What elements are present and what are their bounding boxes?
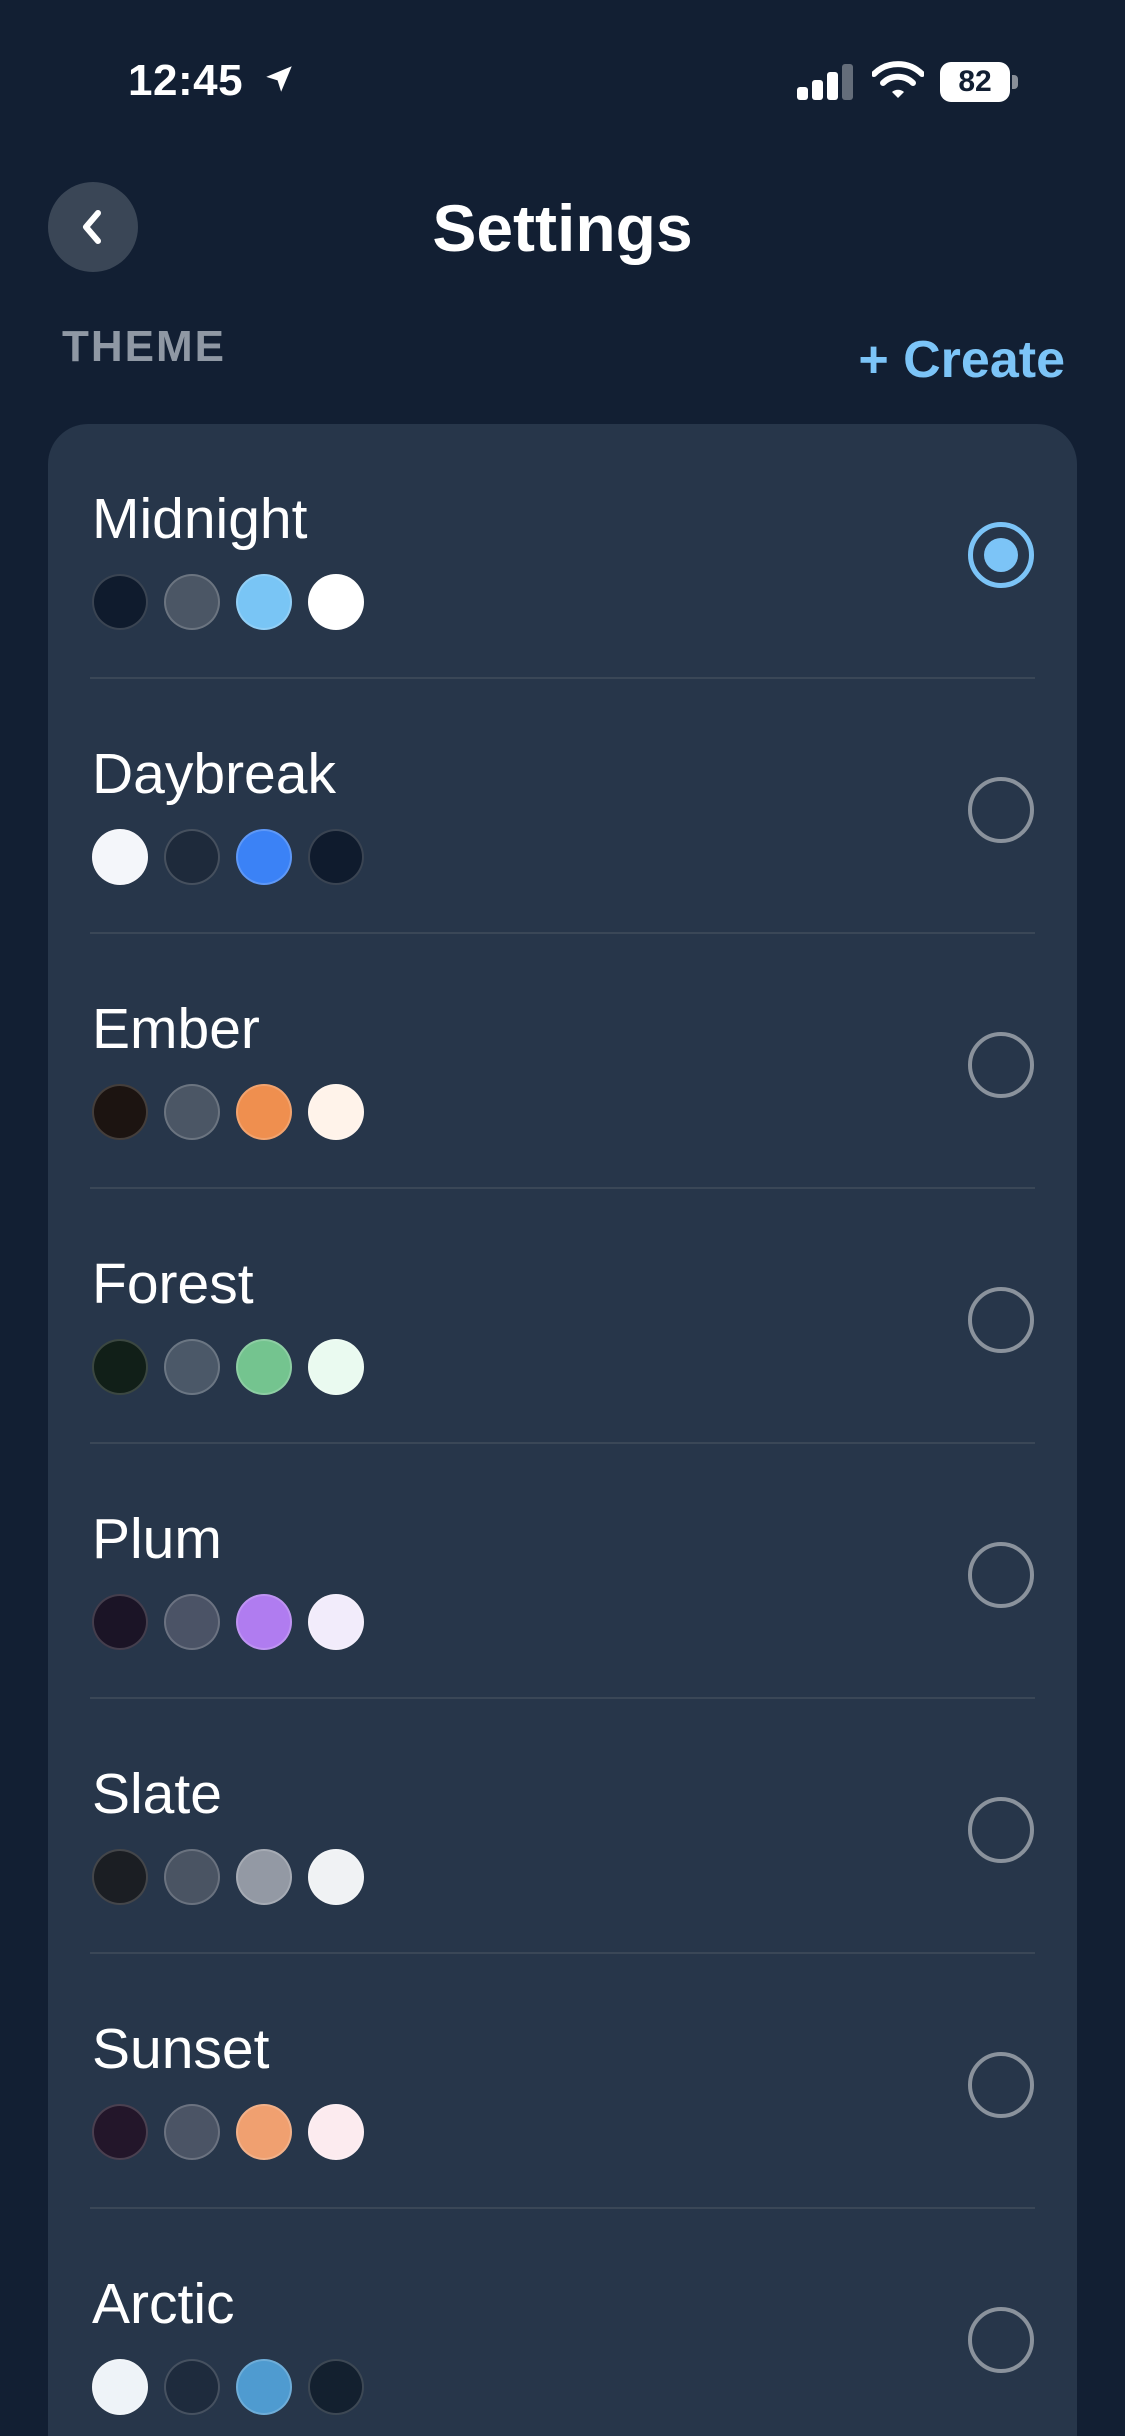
color-swatch xyxy=(236,829,292,885)
color-swatch xyxy=(164,1849,220,1905)
color-swatch xyxy=(164,829,220,885)
color-swatch xyxy=(308,1594,364,1650)
color-swatch xyxy=(308,829,364,885)
color-swatch xyxy=(308,2359,364,2415)
settings-screen: 12:45 82 Settings THEME + Create Midnigh… xyxy=(0,0,1125,2436)
radio-unselected[interactable] xyxy=(968,777,1034,843)
theme-list: Midnight Daybreak Ember Forest Plum Slate Suns… xyxy=(48,424,1077,2436)
color-swatch xyxy=(308,1849,364,1905)
color-swatch xyxy=(164,2359,220,2415)
theme-name: Daybreak xyxy=(92,742,336,806)
color-swatch xyxy=(92,1594,148,1650)
theme-row-daybreak[interactable]: Daybreak xyxy=(48,679,1077,934)
radio-unselected[interactable] xyxy=(968,2307,1034,2373)
theme-name: Plum xyxy=(92,1507,222,1571)
color-swatch xyxy=(164,2104,220,2160)
theme-row-slate[interactable]: Slate xyxy=(48,1699,1077,1954)
theme-name: Slate xyxy=(92,1762,222,1826)
radio-dot xyxy=(984,538,1018,572)
color-swatch xyxy=(92,829,148,885)
color-swatch xyxy=(92,1339,148,1395)
theme-name: Forest xyxy=(92,1252,254,1316)
create-theme-button[interactable]: + Create xyxy=(858,330,1065,390)
color-swatch xyxy=(236,1849,292,1905)
page-title: Settings xyxy=(432,191,693,265)
color-swatch xyxy=(308,1084,364,1140)
color-swatch xyxy=(236,1339,292,1395)
theme-row-forest[interactable]: Forest xyxy=(48,1189,1077,1444)
theme-name: Midnight xyxy=(92,487,308,551)
theme-name: Arctic xyxy=(92,2272,235,2336)
color-swatch xyxy=(236,1594,292,1650)
radio-unselected[interactable] xyxy=(968,2052,1034,2118)
color-swatch xyxy=(92,2104,148,2160)
theme-row-midnight[interactable]: Midnight xyxy=(48,424,1077,679)
location-arrow-icon xyxy=(266,66,292,92)
color-swatch xyxy=(92,1084,148,1140)
cellular-signal-icon xyxy=(797,64,855,100)
color-swatch xyxy=(92,1849,148,1905)
theme-row-ember[interactable]: Ember xyxy=(48,934,1077,1189)
battery-level: 82 xyxy=(958,65,992,98)
radio-unselected[interactable] xyxy=(968,1032,1034,1098)
theme-section-label: THEME xyxy=(62,322,226,371)
radio-selected[interactable] xyxy=(968,522,1034,588)
theme-row-sunset[interactable]: Sunset xyxy=(48,1954,1077,2209)
color-swatch xyxy=(308,1339,364,1395)
color-swatch xyxy=(164,1594,220,1650)
color-swatch xyxy=(92,574,148,630)
status-bar: 12:45 82 xyxy=(0,0,1125,150)
color-swatch xyxy=(236,1084,292,1140)
status-time: 12:45 xyxy=(128,56,244,105)
battery-icon: 82 xyxy=(940,62,1020,102)
radio-unselected[interactable] xyxy=(968,1542,1034,1608)
color-swatch xyxy=(164,1084,220,1140)
radio-unselected[interactable] xyxy=(968,1287,1034,1353)
color-swatch xyxy=(164,574,220,630)
wifi-icon xyxy=(872,61,924,98)
theme-row-plum[interactable]: Plum xyxy=(48,1444,1077,1699)
color-swatch xyxy=(308,2104,364,2160)
color-swatch xyxy=(92,2359,148,2415)
theme-name: Ember xyxy=(92,997,260,1061)
color-swatch xyxy=(164,1339,220,1395)
theme-row-arctic[interactable]: Arctic xyxy=(48,2209,1077,2436)
color-swatch xyxy=(236,574,292,630)
theme-name: Sunset xyxy=(92,2017,270,2081)
radio-unselected[interactable] xyxy=(968,1797,1034,1863)
color-swatch xyxy=(236,2359,292,2415)
color-swatch xyxy=(236,2104,292,2160)
color-swatch xyxy=(308,574,364,630)
